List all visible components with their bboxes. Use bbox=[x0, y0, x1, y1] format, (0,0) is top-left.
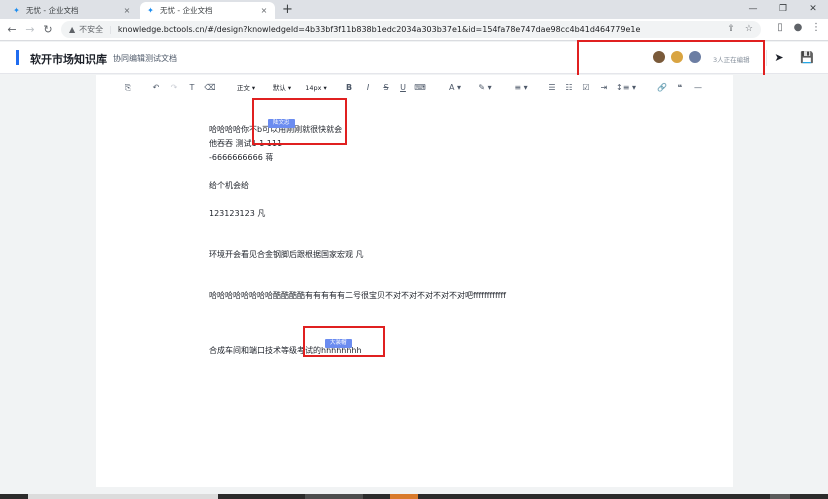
doc-paragraph[interactable]: -6666666666 蒋 bbox=[209, 152, 273, 163]
bold-button[interactable]: B bbox=[343, 81, 355, 95]
collaborator-cursor-flag: 大装帽 bbox=[325, 339, 352, 348]
split-icon[interactable]: ▯ bbox=[772, 22, 788, 33]
close-window-icon[interactable]: ✕ bbox=[798, 0, 828, 19]
tab-title: 无忧 - 企业文档 bbox=[160, 6, 213, 15]
horizontal-rule-icon[interactable]: — bbox=[692, 81, 704, 95]
format-painter-icon[interactable]: ⎘ bbox=[122, 81, 134, 95]
code-icon[interactable]: ⌨ bbox=[414, 81, 426, 95]
line-height-icon[interactable]: ↕≡ ▾ bbox=[614, 81, 638, 95]
app-header: 软开市场知识库 协同编辑测试文档 3人正在编辑 ➤ 💾 bbox=[0, 42, 828, 74]
indent-icon[interactable]: ⇥ bbox=[597, 81, 611, 95]
divider bbox=[766, 50, 767, 66]
font-size-value: 14px bbox=[305, 84, 322, 92]
document-page[interactable] bbox=[96, 75, 733, 487]
browser-toolbar: ← → ↻ ▲ 不安全 | knowledge.bctools.cn/#/des… bbox=[0, 19, 828, 41]
align-icon[interactable]: ≡ ▾ bbox=[512, 81, 530, 95]
editing-status: 3人正在编辑 bbox=[713, 56, 750, 64]
warning-icon: ▲ bbox=[69, 25, 76, 34]
clear-format-icon[interactable]: T bbox=[186, 81, 198, 95]
save-icon[interactable]: 💾 bbox=[799, 50, 815, 66]
quote-icon[interactable]: ❝ bbox=[674, 81, 686, 95]
font-family-value: 默认 bbox=[272, 84, 286, 92]
browser-tab-2[interactable]: ✦ 无忧 - 企业文档 × bbox=[140, 2, 275, 19]
avatar[interactable] bbox=[670, 50, 684, 64]
collaborator-cursor-flag: 陆文忠 bbox=[268, 119, 295, 128]
paragraph-style-value: 正文 bbox=[236, 84, 250, 92]
send-icon[interactable]: ➤ bbox=[771, 50, 787, 66]
taskbar-item[interactable] bbox=[770, 494, 790, 499]
bookmark-star-icon[interactable]: ☆ bbox=[745, 24, 753, 34]
bullet-list-icon[interactable]: ☰ bbox=[546, 81, 558, 95]
menu-kebab-icon[interactable]: ⋮ bbox=[808, 22, 824, 33]
tab-title: 无忧 - 企业文档 bbox=[26, 6, 79, 15]
close-tab-icon[interactable]: × bbox=[259, 6, 269, 15]
document-title[interactable]: 协同编辑测试文档 bbox=[113, 53, 177, 64]
close-tab-icon[interactable]: × bbox=[122, 6, 132, 15]
italic-button[interactable]: I bbox=[362, 81, 374, 95]
taskbar-item[interactable] bbox=[390, 494, 418, 499]
insecure-label: 不安全 bbox=[79, 25, 104, 34]
task-list-icon[interactable]: ☑ bbox=[580, 81, 592, 95]
font-color-label: A bbox=[448, 83, 455, 92]
profile-icon[interactable]: ● bbox=[790, 22, 806, 33]
reload-icon[interactable]: ↻ bbox=[40, 22, 56, 38]
taskbar-item[interactable] bbox=[305, 494, 363, 499]
url-text: knowledge.bctools.cn/#/design?knowledgeI… bbox=[117, 25, 641, 34]
doc-paragraph[interactable]: 123123123 凡 bbox=[209, 208, 265, 219]
brand-accent-bar bbox=[16, 50, 19, 65]
font-size-select[interactable]: 14px ▾ bbox=[301, 81, 331, 95]
app-favicon-icon: ✦ bbox=[147, 6, 154, 15]
collaborator-avatars bbox=[652, 50, 702, 64]
forward-icon[interactable]: → bbox=[22, 22, 38, 38]
avatar[interactable] bbox=[652, 50, 666, 64]
eraser-icon[interactable]: ⌫ bbox=[204, 81, 216, 95]
restore-window-icon[interactable]: ❐ bbox=[768, 0, 798, 19]
strikethrough-button[interactable]: S bbox=[380, 81, 392, 95]
undo-icon[interactable]: ↶ bbox=[150, 81, 162, 95]
ordered-list-icon[interactable]: ☷ bbox=[563, 81, 575, 95]
paragraph-style-select[interactable]: 正文 ▾ bbox=[232, 81, 260, 95]
new-tab-button[interactable]: + bbox=[282, 2, 293, 17]
omnibox-actions: ⇪ ☆ bbox=[727, 24, 753, 34]
doc-paragraph[interactable]: 环境开会看见合金钢脚后跟根据国家宏观 凡 bbox=[209, 249, 364, 260]
redo-icon[interactable]: ↷ bbox=[168, 81, 180, 95]
brand-title: 软开市场知识库 bbox=[30, 53, 107, 66]
separator: | bbox=[109, 25, 112, 34]
share-icon[interactable]: ⇪ bbox=[727, 24, 735, 34]
doc-paragraph[interactable]: 他吞吞 测试1 1 111 bbox=[209, 138, 282, 149]
taskbar-item[interactable] bbox=[28, 494, 218, 499]
browser-tab-strip: ✦ 无忧 - 企业文档 × ✦ 无忧 - 企业文档 × + — ❐ ✕ bbox=[0, 0, 828, 19]
back-icon[interactable]: ← bbox=[4, 22, 20, 38]
doc-paragraph[interactable]: 哈哈哈哈哈哈哈哈酷酷酷酷有有有有有二号很宝贝不对不对不对不对不对吧fffffff… bbox=[209, 290, 506, 301]
avatar[interactable] bbox=[688, 50, 702, 64]
font-color-button[interactable]: A ▾ bbox=[447, 81, 463, 95]
link-icon[interactable]: 🔗 bbox=[656, 81, 668, 95]
doc-paragraph[interactable]: 给个机会给 bbox=[209, 180, 249, 191]
browser-tab-1[interactable]: ✦ 无忧 - 企业文档 × bbox=[6, 2, 138, 19]
underline-button[interactable]: U bbox=[397, 81, 409, 95]
highlight-icon[interactable]: ✎ ▾ bbox=[476, 81, 494, 95]
app-favicon-icon: ✦ bbox=[13, 6, 20, 15]
address-bar[interactable]: ▲ 不安全 | knowledge.bctools.cn/#/design?kn… bbox=[61, 21, 761, 38]
font-family-select[interactable]: 默认 ▾ bbox=[268, 81, 296, 95]
minimize-window-icon[interactable]: — bbox=[738, 0, 768, 19]
